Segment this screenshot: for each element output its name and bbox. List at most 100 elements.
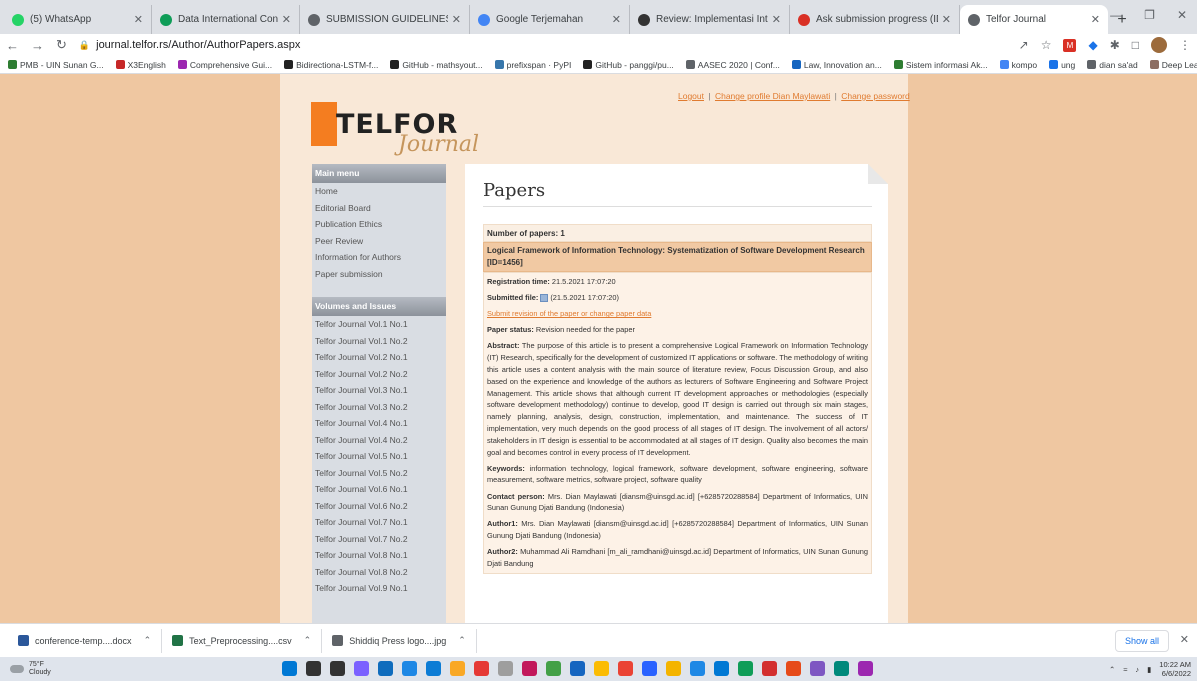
taskbar-app-icon[interactable]: [570, 661, 585, 676]
browser-tab[interactable]: Google Terjemahan ✕: [470, 5, 630, 34]
taskbar-app-icon[interactable]: [306, 661, 321, 676]
bookmark-item[interactable]: prefixspan · PyPI: [494, 60, 571, 70]
extensions-puzzle-icon[interactable]: ✱: [1110, 38, 1120, 52]
browser-tab[interactable]: Telfor Journal ✕: [960, 5, 1108, 34]
browser-tab[interactable]: (5) WhatsApp ✕: [4, 5, 152, 34]
bookmark-item[interactable]: AASEC 2020 | Conf...: [685, 60, 780, 70]
taskbar-app-icon[interactable]: [762, 661, 777, 676]
taskbar-app-icon[interactable]: [714, 661, 729, 676]
bookmark-item[interactable]: PMB - UIN Sunan G...: [8, 60, 104, 70]
forward-icon[interactable]: →: [31, 38, 44, 53]
chevron-up-icon[interactable]: ⌃: [1109, 665, 1115, 674]
download-item[interactable]: conference-temp....docx ⌃: [8, 628, 163, 653]
bookmark-item[interactable]: GitHub - mathsyout...: [390, 60, 483, 70]
volume-menu-item[interactable]: Telfor Journal Vol.4 No.1: [312, 415, 446, 432]
tab-close-icon[interactable]: ✕: [1091, 13, 1100, 26]
taskbar-app-icon[interactable]: [354, 661, 369, 676]
main-menu-item[interactable]: Publication Ethics: [312, 216, 446, 233]
back-icon[interactable]: ←: [6, 38, 19, 53]
browser-tab[interactable]: Data International Conference ✕: [152, 5, 300, 34]
taskbar-app-icon[interactable]: [402, 661, 417, 676]
taskbar-app-icon[interactable]: [330, 661, 345, 676]
volume-icon[interactable]: ♪: [1135, 665, 1139, 674]
bookmark-item[interactable]: Deep Learning, NLP...: [1149, 60, 1197, 70]
taskbar-app-icon[interactable]: [474, 661, 489, 676]
taskbar-app-icon[interactable]: [426, 661, 441, 676]
chevron-up-icon[interactable]: ⌃: [458, 635, 466, 646]
download-item[interactable]: Text_Preprocessing....csv ⌃: [162, 628, 323, 653]
volume-menu-item[interactable]: Telfor Journal Vol.6 No.2: [312, 498, 446, 515]
bookmark-item[interactable]: Law, Innovation an...: [791, 60, 882, 70]
taskbar-app-icon[interactable]: [618, 661, 633, 676]
clock[interactable]: 10:22 AM 6/6/2022: [1159, 660, 1191, 678]
volume-menu-item[interactable]: Telfor Journal Vol.3 No.2: [312, 399, 446, 416]
file-download-icon[interactable]: [540, 294, 549, 303]
bookmark-item[interactable]: X3English: [115, 60, 166, 70]
volume-menu-item[interactable]: Telfor Journal Vol.5 No.1: [312, 448, 446, 465]
telfor-journal-logo[interactable]: TELFOR Journal: [306, 102, 506, 166]
main-menu-item[interactable]: Home: [312, 183, 446, 200]
taskbar-app-icon[interactable]: [378, 661, 393, 676]
volume-menu-item[interactable]: Telfor Journal Vol.9 No.1: [312, 580, 446, 597]
taskbar-app-icon[interactable]: [690, 661, 705, 676]
close-shelf-icon[interactable]: ✕: [1180, 633, 1189, 646]
tab-close-icon[interactable]: ✕: [282, 13, 291, 26]
restore-icon[interactable]: ❐: [1144, 8, 1155, 22]
start-icon[interactable]: [282, 661, 297, 676]
volume-menu-item[interactable]: Telfor Journal Vol.2 No.2: [312, 366, 446, 383]
volume-menu-item[interactable]: Telfor Journal Vol.5 No.2: [312, 465, 446, 482]
tab-close-icon[interactable]: ✕: [942, 13, 951, 26]
tab-close-icon[interactable]: ✕: [612, 13, 621, 26]
volume-menu-item[interactable]: Telfor Journal Vol.1 No.1: [312, 316, 446, 333]
browser-tab[interactable]: Review: Implementasi Internet ✕: [630, 5, 790, 34]
address-bar[interactable]: 🔒 journal.telfor.rs/Author/AuthorPapers.…: [79, 36, 1019, 54]
tab-close-icon[interactable]: ✕: [452, 13, 461, 26]
taskbar-app-icon[interactable]: [522, 661, 537, 676]
taskbar-app-icon[interactable]: [738, 661, 753, 676]
extension-icon[interactable]: ◆: [1088, 38, 1097, 52]
chevron-up-icon[interactable]: ⌃: [144, 635, 152, 646]
volume-menu-item[interactable]: Telfor Journal Vol.4 No.2: [312, 432, 446, 449]
taskbar-app-icon[interactable]: [498, 661, 513, 676]
logout-link[interactable]: Logout: [678, 91, 704, 101]
bookmark-item[interactable]: Comprehensive Gui...: [177, 60, 272, 70]
volume-menu-item[interactable]: Telfor Journal Vol.8 No.2: [312, 564, 446, 581]
minimize-icon[interactable]: —: [1110, 8, 1122, 22]
main-menu-item[interactable]: Editorial Board: [312, 200, 446, 217]
change-profile-link[interactable]: Change profile Dian Maylawati: [715, 91, 830, 101]
download-item[interactable]: Shiddiq Press logo....jpg ⌃: [322, 628, 477, 653]
weather-widget[interactable]: 75°F Cloudy: [10, 661, 51, 677]
taskbar-app-icon[interactable]: [642, 661, 657, 676]
share-icon[interactable]: ↗: [1019, 38, 1029, 52]
volume-menu-item[interactable]: Telfor Journal Vol.3 No.1: [312, 382, 446, 399]
tab-close-icon[interactable]: ✕: [134, 13, 143, 26]
volume-menu-item[interactable]: Telfor Journal Vol.8 No.1: [312, 547, 446, 564]
reload-icon[interactable]: ↻: [56, 37, 67, 53]
bookmark-star-icon[interactable]: ☆: [1041, 38, 1052, 52]
volume-menu-item[interactable]: Telfor Journal Vol.7 No.1: [312, 514, 446, 531]
bookmark-item[interactable]: GitHub - panggi/pu...: [583, 60, 674, 70]
chevron-up-icon[interactable]: ⌃: [304, 635, 312, 646]
main-menu-item[interactable]: Information for Authors: [312, 249, 446, 266]
tab-close-icon[interactable]: ✕: [772, 13, 781, 26]
sidepanel-icon[interactable]: □: [1132, 38, 1139, 52]
taskbar-app-icon[interactable]: [666, 661, 681, 676]
volume-menu-item[interactable]: Telfor Journal Vol.6 No.1: [312, 481, 446, 498]
volume-menu-item[interactable]: Telfor Journal Vol.2 No.1: [312, 349, 446, 366]
volume-menu-item[interactable]: Telfor Journal Vol.7 No.2: [312, 531, 446, 548]
volume-menu-item[interactable]: Telfor Journal Vol.1 No.2: [312, 333, 446, 350]
taskbar-app-icon[interactable]: [450, 661, 465, 676]
main-menu-item[interactable]: Paper submission: [312, 266, 446, 283]
browser-tab[interactable]: Ask submission progress (ID 14 ✕: [790, 5, 960, 34]
close-window-icon[interactable]: ✕: [1177, 8, 1187, 22]
extension-m-icon[interactable]: M: [1063, 38, 1077, 52]
taskbar-app-icon[interactable]: [858, 661, 873, 676]
submit-revision-link[interactable]: Submit revision of the paper or change p…: [487, 308, 651, 320]
taskbar-app-icon[interactable]: [834, 661, 849, 676]
bookmark-item[interactable]: dian sa'ad: [1087, 60, 1138, 70]
taskbar-app-icon[interactable]: [786, 661, 801, 676]
bookmark-item[interactable]: Sistem informasi Ak...: [893, 60, 988, 70]
bookmark-item[interactable]: kompo: [999, 60, 1037, 70]
taskbar-app-icon[interactable]: [810, 661, 825, 676]
show-all-button[interactable]: Show all: [1114, 630, 1169, 652]
